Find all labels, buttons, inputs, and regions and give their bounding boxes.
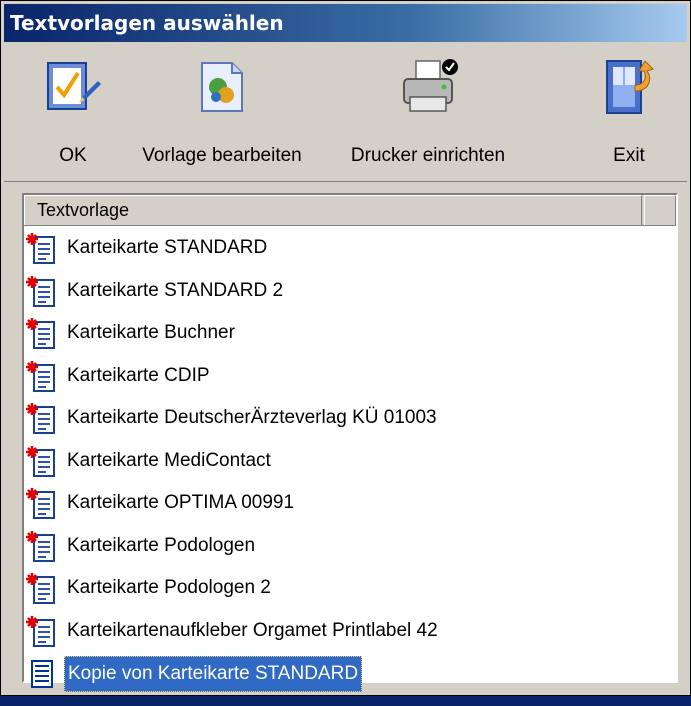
list-rows: Karteikarte STANDARD Karteikarte STANDARD… xyxy=(24,227,676,695)
column-header-filler xyxy=(644,195,676,225)
list-item[interactable]: Karteikartenaufkleber Orgamet Printlabel… xyxy=(24,610,676,653)
printer-check-icon xyxy=(403,59,458,112)
list-item-label: Karteikarte STANDARD xyxy=(67,237,268,258)
exit-label: Exit xyxy=(613,145,645,166)
ok-label: OK xyxy=(59,145,87,166)
door-exit-icon xyxy=(606,60,654,114)
list-item-label: Karteikarte MediContact xyxy=(67,449,271,471)
document-edit-icon xyxy=(201,62,243,112)
list-item-label: Karteikarte OPTIMA 00991 xyxy=(67,492,295,513)
dialog-window: Textvorlagen auswählen OK Vorlage bearbe… xyxy=(0,0,691,696)
template-doc-icon xyxy=(26,488,58,520)
list-item-label: Karteikarte CDIP xyxy=(67,364,210,386)
list-item-label: Kopie von Karteikarte STANDARD xyxy=(64,656,363,692)
template-doc-icon xyxy=(26,360,58,393)
template-list[interactable]: Textvorlage Karteikarte STANDARD Karteika… xyxy=(22,193,678,692)
list-item-label: Karteikarte Podologen 2 xyxy=(67,577,271,598)
list-item[interactable]: Karteikarte Podologen xyxy=(24,525,676,568)
blank-doc-icon xyxy=(26,658,58,690)
printer-setup-label: Drucker einrichten xyxy=(350,145,506,166)
ok-button[interactable]: OK xyxy=(24,45,122,181)
template-doc-icon xyxy=(26,403,58,435)
toolbar: OK Vorlage bearbeiten Drucker einrichten… xyxy=(4,45,687,182)
list-item[interactable]: Karteikarte Podologen 2 xyxy=(24,567,676,610)
list-item-label: Karteikarte Buchner xyxy=(67,322,235,343)
list-item[interactable]: Karteikarte STANDARD 2 xyxy=(24,270,676,313)
edit-template-label: Vorlage bearbeiten xyxy=(142,145,302,166)
list-item[interactable]: Karteikarte DeutscherÄrzteverlag KÜ 0100… xyxy=(24,397,676,440)
template-doc-icon xyxy=(26,573,58,605)
template-doc-icon xyxy=(26,615,58,648)
list-item[interactable]: Karteikarte OPTIMA 00991 xyxy=(24,482,676,525)
template-doc-icon xyxy=(26,233,58,265)
list-item-label: Karteikarte Podologen xyxy=(67,534,256,556)
list-item-label: Karteikartenaufkleber Orgamet Printlabel… xyxy=(67,619,438,641)
list-item[interactable]: Kopie von Karteikarte STANDARD xyxy=(24,652,676,695)
edit-template-button[interactable]: Vorlage bearbeiten xyxy=(122,45,322,181)
list-item[interactable]: Karteikarte MediContact xyxy=(24,440,676,483)
list-item-label: Karteikarte STANDARD 2 xyxy=(67,279,284,301)
list-item[interactable]: Karteikarte CDIP xyxy=(24,355,676,398)
template-doc-icon xyxy=(26,318,58,350)
exit-button[interactable]: Exit xyxy=(584,45,674,181)
list-item[interactable]: Karteikarte STANDARD xyxy=(24,227,676,270)
column-header-textvorlage[interactable]: Textvorlage xyxy=(24,195,642,225)
checklist-pencil-icon xyxy=(47,62,101,110)
template-doc-icon xyxy=(26,445,58,478)
printer-setup-button[interactable]: Drucker einrichten xyxy=(322,45,534,181)
list-item-label: Karteikarte DeutscherÄrzteverlag KÜ 0100… xyxy=(67,407,437,428)
list-item[interactable]: Karteikarte Buchner xyxy=(24,312,676,355)
title-bar: Textvorlagen auswählen xyxy=(4,4,687,42)
template-doc-icon xyxy=(26,530,58,563)
column-header: Textvorlage xyxy=(24,195,676,226)
window-title: Textvorlagen auswählen xyxy=(10,11,284,35)
template-doc-icon xyxy=(26,275,58,308)
